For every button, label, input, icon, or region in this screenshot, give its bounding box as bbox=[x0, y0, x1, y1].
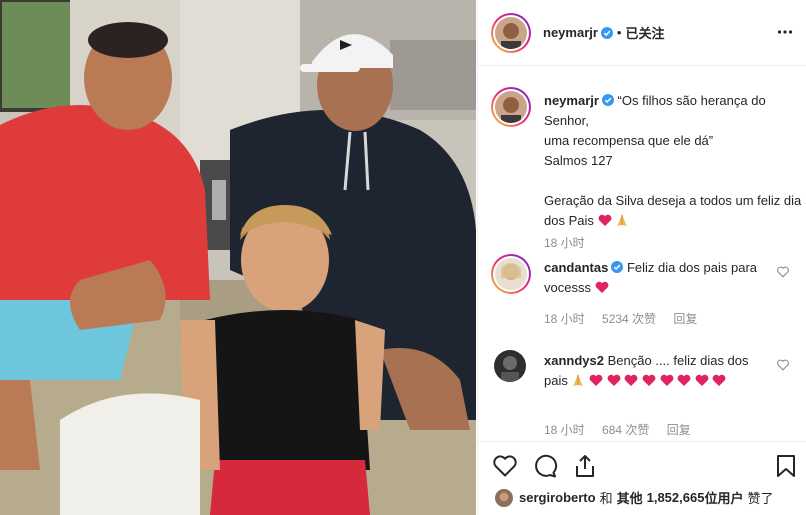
heart-emoji bbox=[624, 374, 638, 386]
likes-summary: sergiroberto 和 其他 1,852,665 位用户 赞了 bbox=[495, 488, 773, 507]
heart-emoji bbox=[598, 214, 611, 226]
comment-username[interactable]: candantas bbox=[544, 260, 608, 275]
heart-emoji bbox=[642, 374, 656, 386]
commenter-avatar[interactable] bbox=[494, 350, 526, 382]
likes-joiner: 和 bbox=[599, 491, 613, 506]
caption-line-4: Geração da Silva deseja a todos um feliz… bbox=[544, 193, 802, 228]
share-icon[interactable] bbox=[572, 453, 598, 479]
heart-emoji bbox=[660, 374, 673, 386]
pray-emoji bbox=[617, 214, 628, 226]
verified-icon bbox=[611, 261, 624, 273]
comment-text: candantas Feliz dia dos pais para vocess… bbox=[544, 258, 764, 298]
heart-emoji bbox=[589, 374, 603, 386]
liker-username[interactable]: sergiroberto bbox=[519, 490, 596, 505]
comment-item: xanndys2 Benção .... feliz dias dos pais… bbox=[491, 347, 801, 441]
likes-count[interactable]: 1,852,665 bbox=[647, 490, 705, 505]
reply-button[interactable]: 回复 bbox=[667, 423, 691, 437]
caption-meta: 18 小时 bbox=[544, 234, 599, 251]
commenter-avatar-image bbox=[495, 258, 527, 290]
post-photo[interactable] bbox=[0, 0, 476, 515]
comment-like-icon[interactable] bbox=[777, 266, 789, 278]
commenter-avatar-image bbox=[494, 350, 526, 382]
comment-like-icon[interactable] bbox=[777, 359, 789, 371]
comment-meta: 18 小时 5234 次赞 回复 bbox=[544, 310, 711, 327]
heart-emoji bbox=[595, 281, 608, 293]
comment-text: xanndys2 Benção .... feliz dias dos pais bbox=[544, 351, 754, 391]
heart-emoji bbox=[607, 374, 621, 386]
reply-button[interactable]: 回复 bbox=[673, 312, 697, 326]
separator-dot: • bbox=[616, 25, 622, 40]
caption-line-2: uma recompensa que ele dá” bbox=[544, 133, 714, 148]
post-detail-panel: neymarjr • 已关注 neymarjr “Os filhos são h… bbox=[477, 0, 806, 515]
more-icon[interactable] bbox=[777, 24, 793, 40]
heart-emoji bbox=[695, 374, 709, 386]
comments-list[interactable]: neymarjr “Os filhos são herança do Senho… bbox=[478, 67, 806, 441]
heart-emoji bbox=[677, 374, 691, 386]
heart-icon[interactable] bbox=[492, 453, 518, 479]
caption-block: neymarjr “Os filhos são herança do Senho… bbox=[491, 87, 801, 257]
avatar-image bbox=[495, 16, 527, 49]
comment-time[interactable]: 18 小时 bbox=[544, 312, 585, 326]
comment-time[interactable]: 18 小时 bbox=[544, 423, 585, 437]
verified-icon bbox=[601, 94, 614, 106]
comment-meta: 18 小时 684 次赞 回复 bbox=[544, 421, 705, 438]
comment-likes[interactable]: 684 次赞 bbox=[602, 423, 649, 437]
comment-item: candantas Feliz dia dos pais para vocess… bbox=[491, 254, 801, 334]
likes-others-label[interactable]: 其他 bbox=[617, 488, 643, 507]
caption-avatar-image bbox=[495, 91, 527, 123]
following-button[interactable]: 已关注 bbox=[625, 23, 664, 42]
photo-illustration bbox=[0, 0, 476, 515]
heart-emoji bbox=[713, 374, 726, 386]
likes-liked: 赞了 bbox=[747, 491, 774, 506]
caption-time[interactable]: 18 小时 bbox=[544, 236, 585, 250]
bookmark-icon[interactable] bbox=[773, 453, 799, 479]
caption-text: neymarjr “Os filhos são herança do Senho… bbox=[544, 91, 806, 231]
liker-avatar-image bbox=[495, 488, 513, 507]
comment-likes[interactable]: 5234 次赞 bbox=[602, 312, 656, 326]
likes-suffix: 位用户 bbox=[704, 491, 744, 506]
comment-username[interactable]: xanndys2 bbox=[544, 353, 604, 368]
pray-emoji bbox=[573, 374, 584, 386]
author-avatar[interactable] bbox=[491, 12, 531, 53]
verified-icon bbox=[600, 26, 613, 39]
author-username[interactable]: neymarjr bbox=[543, 25, 598, 40]
caption-username[interactable]: neymarjr bbox=[544, 93, 599, 108]
post-header: neymarjr • 已关注 bbox=[478, 0, 806, 66]
header-user-line: neymarjr • 已关注 bbox=[543, 23, 665, 42]
comment-icon[interactable] bbox=[532, 453, 558, 479]
caption-line-3: Salmos 127 bbox=[544, 153, 613, 168]
liker-avatar[interactable] bbox=[495, 488, 513, 507]
commenter-avatar[interactable] bbox=[491, 254, 531, 294]
caption-avatar[interactable] bbox=[491, 87, 531, 127]
